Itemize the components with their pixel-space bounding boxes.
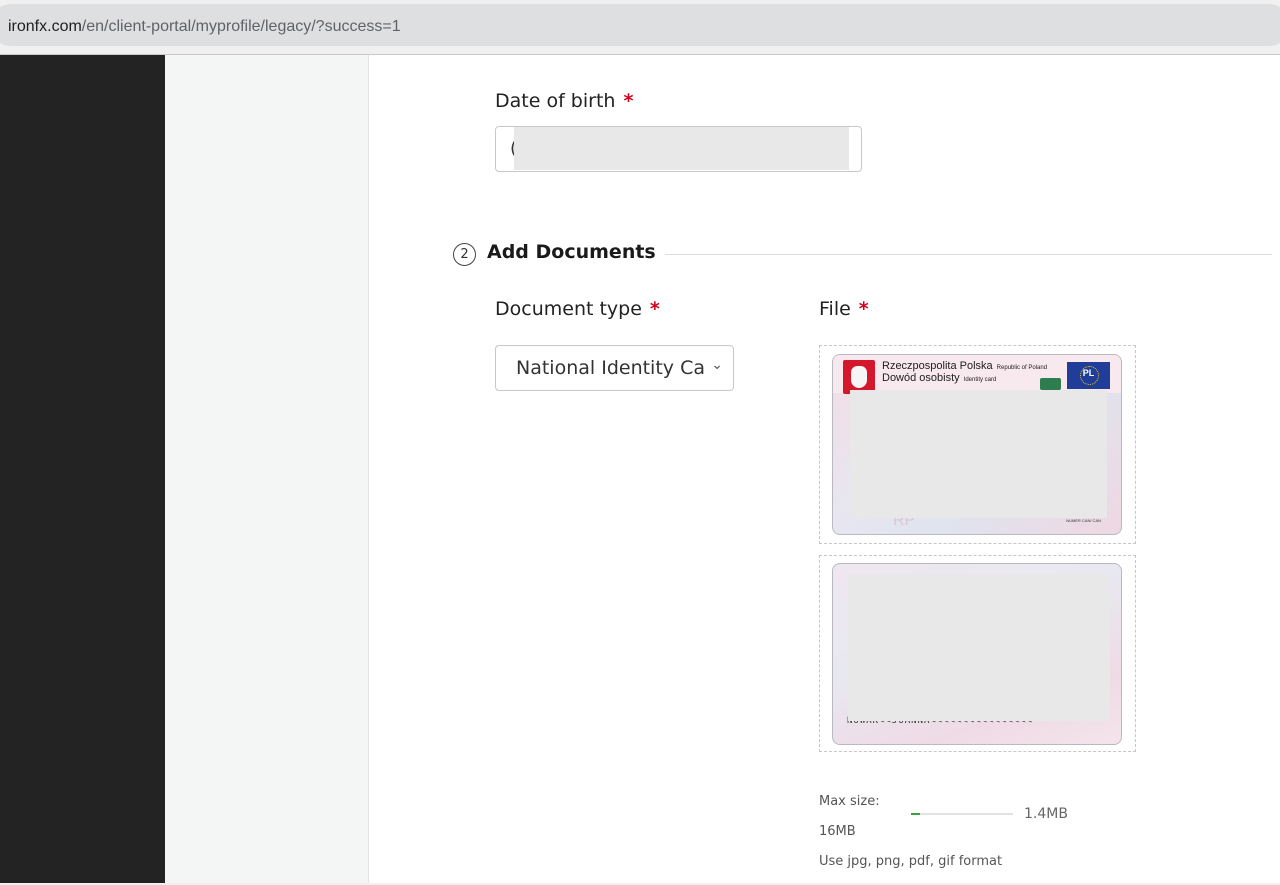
section-divider (665, 254, 1272, 255)
max-size-value: 16MB (819, 824, 856, 839)
id-card-doc-name-en: Identity card (963, 377, 997, 383)
id-card-country: Rzeczpospolita Polska Republic of Poland (882, 360, 1047, 372)
dob-required-mark: * (623, 90, 634, 112)
id-front-redaction (850, 390, 1107, 518)
dob-label: Date of birth * (495, 90, 633, 112)
id-card-country-name: Rzeczpospolita Polska (882, 360, 993, 372)
eu-country-code: PL (1082, 368, 1095, 378)
file-label-text: File (819, 298, 851, 320)
document-type-label-text: Document type (495, 298, 642, 320)
upload-progress-fill (911, 813, 920, 815)
dob-label-text: Date of birth (495, 90, 616, 112)
dob-redaction (514, 127, 849, 170)
document-type-select[interactable]: National Identity Card ⌄ (495, 345, 734, 391)
uploaded-size: 1.4MB (1024, 806, 1068, 822)
eu-flag-icon: PL (1067, 362, 1110, 389)
id-card-country-name-en: Republic of Poland (996, 365, 1048, 371)
format-hint: Use jpg, png, pdf, gif format (819, 854, 1003, 869)
id-card-docname: Dowód osobisty Identity card (882, 372, 996, 384)
id-back-redaction (848, 574, 1110, 721)
url-field[interactable]: ironfx.com/en/client-portal/myprofile/le… (0, 4, 1280, 46)
can-number-label: NUMER CAN/ CAN (1066, 518, 1101, 523)
step-number-badge: 2 (453, 243, 476, 266)
upload-progress-bar (911, 813, 1013, 815)
url-text: ironfx.com/en/client-portal/myprofile/le… (8, 18, 401, 36)
page-gutter (165, 55, 369, 885)
document-type-label: Document type * (495, 298, 660, 320)
dark-sidebar (0, 55, 165, 885)
file-label: File * (819, 298, 869, 320)
document-type-selected: National Identity Card (516, 357, 706, 379)
url-path: /en/client-portal/myprofile/legacy/?succ… (81, 18, 401, 35)
id-card-doc-name: Dowód osobisty (882, 372, 960, 384)
file-required-mark: * (858, 298, 869, 320)
url-host: ironfx.com (8, 18, 82, 35)
polish-eagle-emblem-icon (843, 360, 875, 394)
chevron-down-icon: ⌄ (711, 357, 723, 373)
chip-symbol-icon (1040, 378, 1061, 390)
section-title: Add Documents (487, 241, 656, 263)
browser-address-bar: ironfx.com/en/client-portal/myprofile/le… (0, 0, 1280, 54)
max-size-label: Max size: (819, 794, 880, 809)
document-type-required-mark: * (649, 298, 660, 320)
eagle-shield (851, 366, 867, 388)
